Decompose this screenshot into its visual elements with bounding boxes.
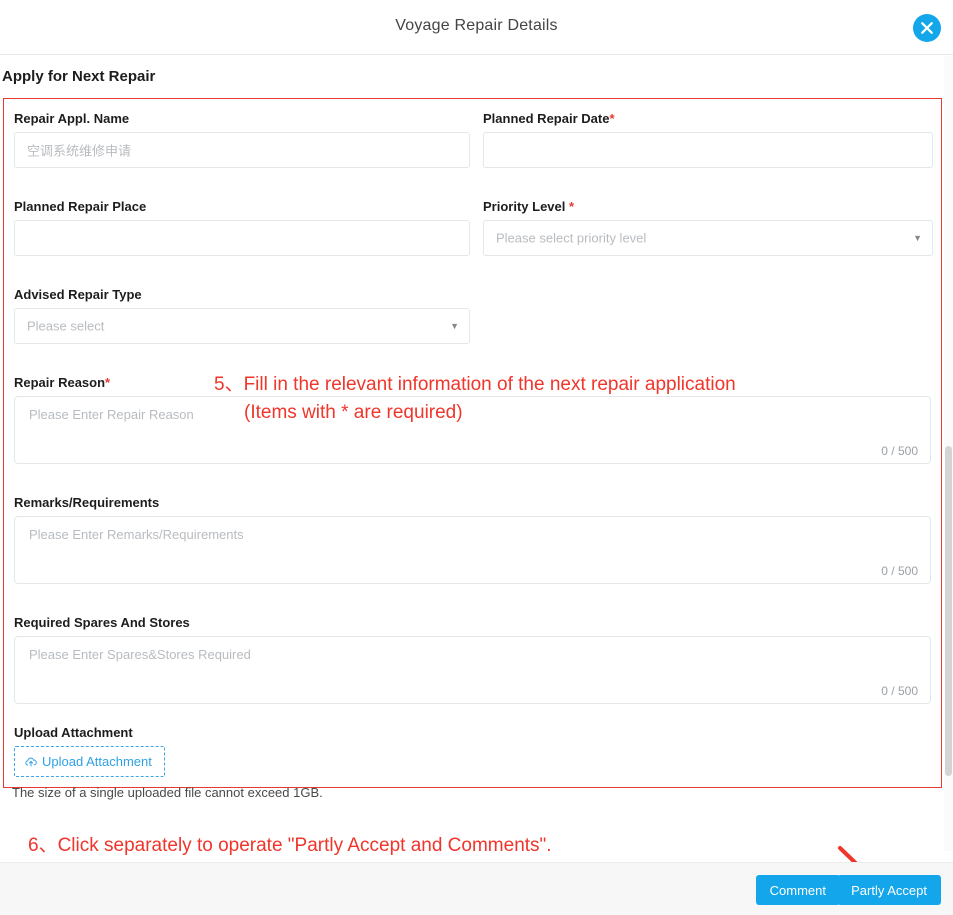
label-upload-attachment: Upload Attachment <box>14 725 133 740</box>
upload-size-hint: The size of a single uploaded file canno… <box>12 785 323 800</box>
repair-reason-counter: 0 / 500 <box>881 444 918 458</box>
advised-repair-type-select[interactable]: Please select ▼ <box>14 308 470 344</box>
comment-button[interactable]: Comment <box>755 875 840 905</box>
voyage-repair-details-dialog: Voyage Repair Details Apply for Next Rep… <box>0 0 953 915</box>
dialog-title: Voyage Repair Details <box>395 17 558 34</box>
repair-reason-placeholder: Please Enter Repair Reason <box>29 407 194 422</box>
spares-counter: 0 / 500 <box>881 684 918 698</box>
spares-placeholder: Please Enter Spares&Stores Required <box>29 647 251 662</box>
field-planned-repair-place: Planned Repair Place <box>14 199 470 256</box>
field-advised-repair-type: Advised Repair Type Please select ▼ <box>14 287 470 344</box>
annotation-step-5: 5、Fill in the relevant information of th… <box>214 371 736 426</box>
remarks-counter: 0 / 500 <box>881 564 918 578</box>
annotation-step-5-line1: 5、Fill in the relevant information of th… <box>214 374 736 395</box>
required-asterisk: * <box>105 375 111 390</box>
label-planned-repair-date: Planned Repair Date* <box>483 111 615 126</box>
field-remarks: Remarks/Requirements Please Enter Remark… <box>14 495 931 584</box>
dialog-footer: Comment Partly Accept <box>0 862 953 915</box>
field-priority-level: Priority Level * Please select priority … <box>483 199 933 256</box>
remarks-textarea[interactable]: Please Enter Remarks/Requirements 0 / 50… <box>14 516 931 584</box>
remarks-placeholder: Please Enter Remarks/Requirements <box>29 527 244 542</box>
upload-attachment-button[interactable]: Upload Attachment <box>14 746 165 777</box>
advised-repair-type-selected-value: Please select <box>27 318 105 334</box>
required-asterisk: * <box>609 111 615 126</box>
field-spares: Required Spares And Stores Please Enter … <box>14 615 931 704</box>
dialog-header: Voyage Repair Details <box>0 0 953 55</box>
label-priority-level: Priority Level * <box>483 199 575 214</box>
planned-repair-date-input[interactable] <box>483 132 933 168</box>
annotation-step-5-line2: (Items with * are required) <box>244 401 463 423</box>
label-remarks: Remarks/Requirements <box>14 495 160 510</box>
partly-accept-button[interactable]: Partly Accept <box>837 875 941 905</box>
required-asterisk: * <box>568 199 575 214</box>
close-icon[interactable] <box>913 14 941 42</box>
chevron-down-icon: ▼ <box>913 233 922 243</box>
cloud-upload-icon <box>25 757 37 767</box>
spares-textarea[interactable]: Please Enter Spares&Stores Required 0 / … <box>14 636 931 704</box>
field-planned-repair-date: Planned Repair Date* <box>483 111 933 168</box>
label-advised-repair-type: Advised Repair Type <box>14 287 142 302</box>
next-repair-form: Repair Appl. Name 空调系统维修申请 Planned Repai… <box>3 98 942 788</box>
priority-level-select[interactable]: Please select priority level ▼ <box>483 220 933 256</box>
label-planned-repair-place: Planned Repair Place <box>14 199 147 214</box>
annotation-step-6: 6、Click separately to operate "Partly Ac… <box>28 835 552 856</box>
planned-repair-place-input[interactable] <box>14 220 470 256</box>
label-spares: Required Spares And Stores <box>14 615 190 630</box>
upload-attachment-label: Upload Attachment <box>42 754 152 769</box>
page-scrollbar-thumb[interactable] <box>945 446 952 776</box>
page-title: Apply for Next Repair <box>2 68 156 85</box>
page-scrollbar[interactable] <box>944 56 953 851</box>
chevron-down-icon: ▼ <box>450 321 459 331</box>
label-repair-appl-name: Repair Appl. Name <box>14 111 130 126</box>
priority-level-selected-value: Please select priority level <box>496 230 647 246</box>
repair-appl-name-input[interactable]: 空调系统维修申请 <box>14 132 470 168</box>
field-upload-attachment: Upload Attachment Upload Attachment <box>14 725 165 777</box>
repair-appl-name-placeholder: 空调系统维修申请 <box>27 143 132 159</box>
field-repair-appl-name: Repair Appl. Name 空调系统维修申请 <box>14 111 470 168</box>
